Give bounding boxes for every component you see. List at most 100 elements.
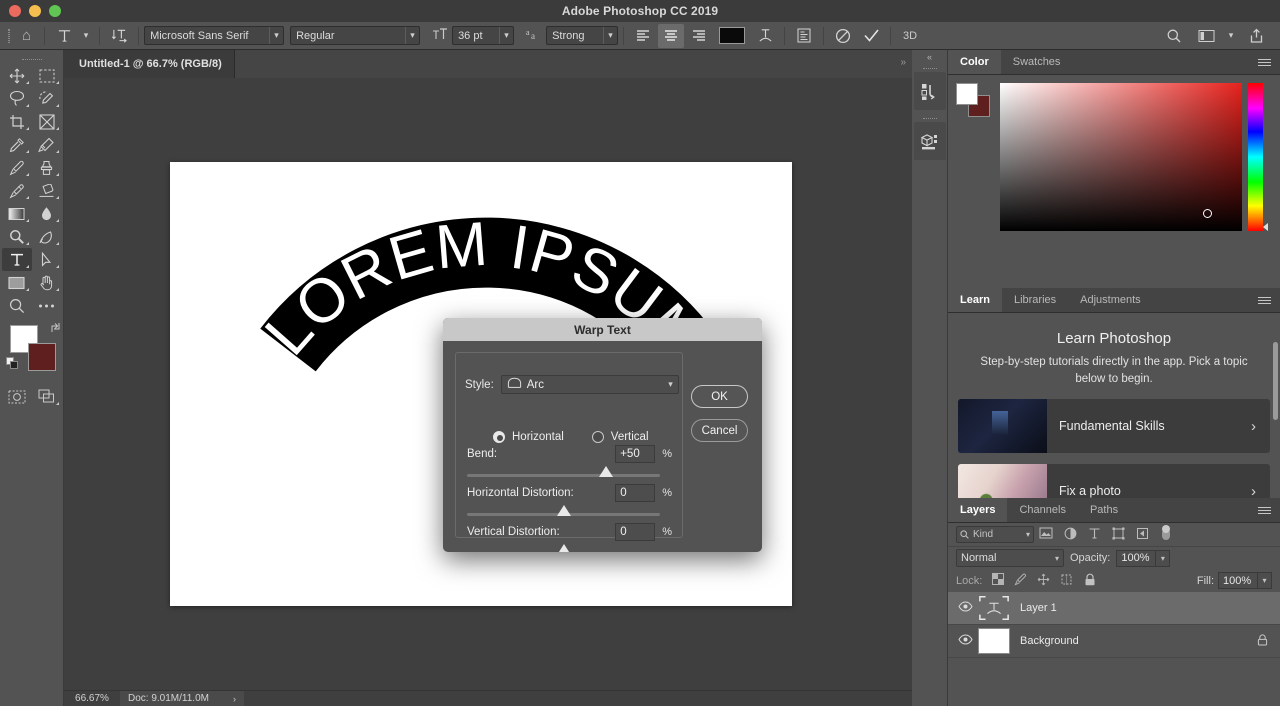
text-orientation-icon[interactable]	[106, 24, 132, 48]
horizontal-type-tool[interactable]	[1, 248, 32, 271]
rectangular-marquee-tool[interactable]	[32, 64, 62, 87]
tools-panel-grip[interactable]	[0, 54, 63, 64]
default-colors-icon[interactable]	[5, 357, 19, 375]
type-tool-chevron-down-icon[interactable]: ▾	[79, 24, 93, 48]
bend-slider-thumb[interactable]	[598, 466, 613, 477]
lock-transparent-pixels-icon[interactable]	[986, 573, 1009, 588]
fill-input[interactable]: 100%	[1218, 572, 1258, 589]
horizontal-distortion-slider-track[interactable]	[467, 505, 660, 516]
eyedropper-tool[interactable]	[2, 133, 32, 156]
color-panel-foreground-swatch[interactable]	[956, 83, 978, 105]
horizontal-distortion-input[interactable]: 0	[615, 484, 656, 502]
color-picker-field[interactable]	[1000, 83, 1242, 231]
learn-panel-menu-icon[interactable]	[1258, 288, 1280, 312]
collapse-panels-icon[interactable]: «	[912, 50, 947, 64]
brush-tool[interactable]	[2, 156, 32, 179]
filter-kind-select[interactable]: Kind ▾	[956, 526, 1034, 543]
chevron-right-icon[interactable]: ›	[233, 694, 236, 704]
lock-image-pixels-icon[interactable]	[1009, 573, 1032, 589]
spot-healing-brush-tool[interactable]	[32, 133, 62, 156]
anti-aliasing-select[interactable]: Strong ▾	[546, 26, 619, 45]
vertical-distortion-input[interactable]: 0	[615, 523, 656, 541]
warp-style-select[interactable]: Arc ▾	[500, 375, 679, 394]
font-family-select[interactable]: Microsoft Sans Serif ▾	[144, 26, 285, 45]
layers-panel-menu-icon[interactable]	[1258, 498, 1280, 522]
crop-tool[interactable]	[2, 110, 32, 133]
cancel-edit-icon[interactable]	[830, 24, 856, 48]
lock-artboard-icon[interactable]	[1055, 573, 1078, 589]
tab-color[interactable]: Color	[948, 50, 1001, 74]
tab-swatches[interactable]: Swatches	[1001, 50, 1073, 74]
layer-visibility-icon[interactable]	[952, 601, 978, 615]
cancel-button[interactable]: Cancel	[691, 419, 748, 442]
rail-grip[interactable]	[912, 64, 947, 72]
blend-mode-select[interactable]: Normal ▾	[956, 549, 1064, 567]
background-color-swatch[interactable]	[27, 343, 56, 371]
gradient-tool[interactable]	[2, 202, 32, 225]
vertical-distortion-slider-thumb[interactable]	[556, 544, 571, 552]
home-icon[interactable]: ⌂	[14, 27, 39, 44]
hand-tool[interactable]	[32, 271, 62, 294]
text-color-swatch[interactable]	[719, 27, 746, 44]
color-picker-marker[interactable]	[1203, 209, 1212, 218]
tab-learn[interactable]: Learn	[948, 288, 1002, 312]
tab-layers[interactable]: Layers	[948, 498, 1008, 522]
frame-tool[interactable]	[32, 110, 62, 133]
3d-text-button[interactable]: 3D	[897, 24, 923, 48]
workspace-chevron-down-icon[interactable]: ▾	[1225, 24, 1237, 48]
layer-visibility-icon[interactable]	[952, 634, 978, 648]
lock-all-icon[interactable]	[1078, 573, 1101, 589]
screen-mode-icon[interactable]	[32, 385, 62, 408]
clone-stamp-tool[interactable]	[32, 156, 62, 179]
opacity-input[interactable]: 100%	[1116, 549, 1157, 567]
font-size-select[interactable]: 36 pt ▾	[452, 26, 515, 45]
filter-smart-object-icon[interactable]	[1130, 527, 1154, 543]
workspace-switcher-icon[interactable]	[1193, 24, 1219, 48]
history-panel-icon[interactable]	[913, 72, 946, 110]
filter-type-icon[interactable]	[1082, 527, 1106, 543]
filter-adjustment-icon[interactable]	[1058, 527, 1082, 543]
edit-toolbar-ellipsis-icon[interactable]	[32, 294, 62, 317]
lasso-tool[interactable]	[2, 87, 32, 110]
bend-input[interactable]: +50	[615, 445, 656, 463]
tab-libraries[interactable]: Libraries	[1002, 288, 1068, 312]
options-bar-grip[interactable]	[4, 27, 14, 45]
warp-text-icon[interactable]	[752, 24, 778, 48]
type-tool-icon[interactable]	[51, 24, 77, 48]
rectangle-tool[interactable]	[2, 271, 32, 294]
table-row[interactable]: Layer 1	[948, 592, 1280, 625]
dodge-tool[interactable]	[2, 225, 32, 248]
path-selection-tool[interactable]	[32, 248, 62, 271]
pen-tool[interactable]	[32, 225, 62, 248]
tab-adjustments[interactable]: Adjustments	[1068, 288, 1153, 312]
align-right-icon[interactable]	[686, 24, 712, 48]
layer-thumbnail[interactable]	[978, 628, 1010, 654]
tab-paths[interactable]: Paths	[1078, 498, 1130, 522]
history-brush-tool[interactable]	[2, 179, 32, 202]
filter-shape-icon[interactable]	[1106, 527, 1130, 543]
move-tool[interactable]	[2, 64, 32, 87]
learn-panel-scrollbar[interactable]	[1273, 342, 1278, 420]
filter-toggle-icon[interactable]	[1154, 525, 1178, 544]
tab-overflow-icon[interactable]: »	[900, 57, 906, 68]
blur-tool[interactable]	[32, 202, 62, 225]
hue-slider-marker[interactable]	[1263, 223, 1268, 231]
layer-thumbnail[interactable]	[978, 595, 1010, 621]
swap-colors-icon[interactable]	[49, 321, 62, 337]
fill-chevron-down-icon[interactable]: ▾	[1258, 572, 1272, 589]
align-center-icon[interactable]	[658, 23, 685, 48]
properties-3d-panel-icon[interactable]	[913, 122, 946, 160]
tab-channels[interactable]: Channels	[1007, 498, 1077, 522]
color-panel-menu-icon[interactable]	[1258, 50, 1280, 74]
eraser-tool[interactable]	[32, 179, 62, 202]
radio-horizontal[interactable]: Horizontal	[493, 431, 564, 443]
document-tab[interactable]: close-icon Untitled-1 @ 66.7% (RGB/8)	[64, 50, 235, 78]
radio-vertical[interactable]: Vertical	[591, 431, 649, 443]
zoom-level[interactable]: 66.67%	[64, 693, 120, 704]
font-style-select[interactable]: Regular ▾	[290, 26, 421, 45]
lock-position-icon[interactable]	[1032, 573, 1055, 589]
quick-mask-icon[interactable]	[2, 385, 32, 408]
filter-pixel-icon[interactable]	[1034, 527, 1058, 542]
document-info[interactable]: Doc: 9.01M/11.0M ›	[120, 690, 244, 706]
quick-selection-tool[interactable]	[32, 87, 62, 110]
